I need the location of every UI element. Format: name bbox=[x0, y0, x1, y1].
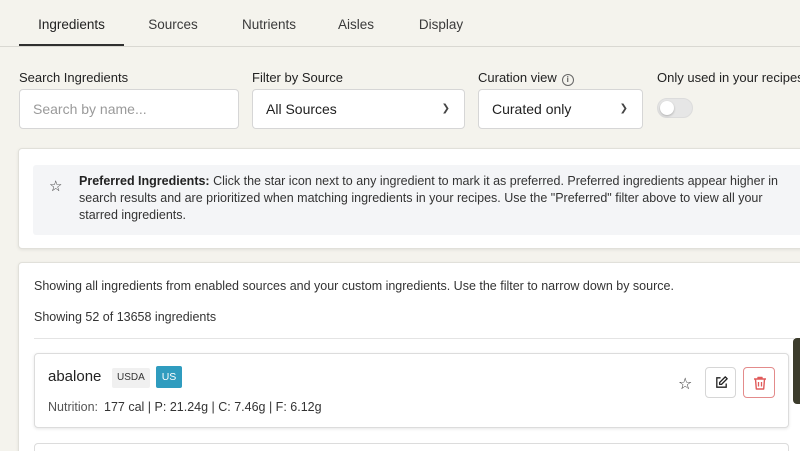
tab-ingredients[interactable]: Ingredients bbox=[19, 0, 124, 46]
info-circle-icon[interactable]: i bbox=[561, 74, 574, 86]
preferred-info-box: ☆ Preferred Ingredients: Click the star … bbox=[33, 165, 800, 235]
tab-bar: Ingredients Sources Nutrients Aisles Dis… bbox=[0, 0, 800, 47]
star-outline-icon: ☆ bbox=[49, 178, 63, 195]
source-filter-label: Filter by Source bbox=[252, 70, 344, 85]
nutrition-values: 177 cal | P: 21.24g | C: 7.46g | F: 6.12… bbox=[104, 400, 322, 414]
tab-display[interactable]: Display bbox=[410, 0, 472, 47]
list-description: Showing all ingredients from enabled sou… bbox=[34, 279, 674, 293]
ingredient-row[interactable] bbox=[34, 443, 789, 451]
only-used-toggle[interactable] bbox=[657, 98, 693, 118]
curation-select[interactable]: Curated only ❯ bbox=[478, 89, 643, 129]
tab-aisles[interactable]: Aisles bbox=[332, 0, 380, 47]
nutrition-summary: Nutrition: 177 cal | P: 21.24g | C: 7.46g… bbox=[48, 400, 322, 414]
edit-icon bbox=[716, 376, 728, 388]
star-outline-icon[interactable]: ☆ bbox=[678, 374, 692, 394]
curation-value: Curated only bbox=[492, 101, 572, 117]
search-label: Search Ingredients bbox=[19, 70, 129, 85]
search-placeholder: Search by name... bbox=[33, 101, 147, 117]
nutrition-label: Nutrition: bbox=[48, 400, 99, 414]
trash-icon bbox=[754, 376, 766, 390]
toggle-knob bbox=[660, 101, 674, 115]
ingredient-row[interactable]: abalone USDA US Nutrition: 177 cal | P: 2… bbox=[34, 353, 789, 428]
side-panel-handle[interactable] bbox=[793, 338, 800, 404]
tab-sources[interactable]: Sources bbox=[140, 0, 206, 47]
curation-label-text: Curation view bbox=[478, 70, 557, 85]
chevron-down-icon: ❯ bbox=[619, 103, 628, 114]
ingredient-name: abalone bbox=[48, 368, 102, 385]
chevron-down-icon: ❯ bbox=[441, 103, 450, 114]
tab-nutrients[interactable]: Nutrients bbox=[234, 0, 304, 47]
divider bbox=[34, 338, 794, 339]
preferred-info-card: ☆ Preferred Ingredients: Click the star … bbox=[18, 148, 800, 249]
search-input[interactable]: Search by name... bbox=[19, 89, 239, 129]
ingredient-count: Showing 52 of 13658 ingredients bbox=[34, 310, 217, 324]
ingredient-list-card: Showing all ingredients from enabled sou… bbox=[18, 262, 800, 451]
edit-button[interactable] bbox=[705, 367, 736, 398]
curation-label: Curation view i bbox=[478, 70, 574, 86]
source-filter-value: All Sources bbox=[266, 101, 337, 117]
region-badge: US bbox=[156, 366, 182, 388]
preferred-info-text: Preferred Ingredients: Click the star ic… bbox=[79, 173, 779, 224]
preferred-info-title: Preferred Ingredients: bbox=[79, 174, 210, 188]
only-used-label: Only used in your recipes bbox=[657, 70, 800, 85]
delete-button[interactable] bbox=[743, 367, 775, 398]
source-badge: USDA bbox=[112, 368, 150, 388]
source-filter-select[interactable]: All Sources ❯ bbox=[252, 89, 465, 129]
